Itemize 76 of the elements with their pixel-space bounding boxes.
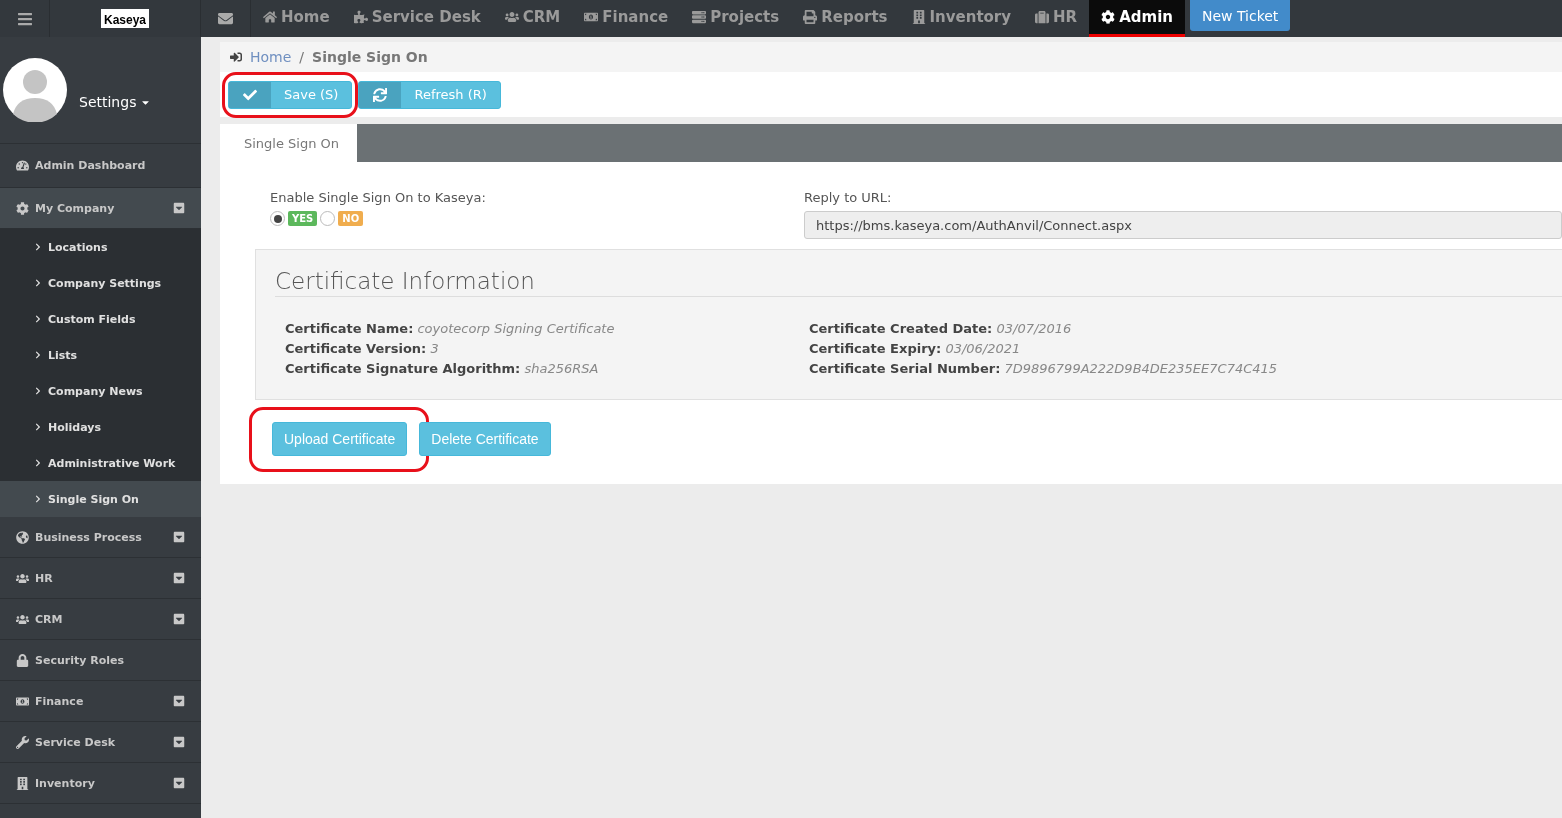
sidebar-subitem[interactable]: Lists	[0, 337, 201, 373]
radio-button[interactable]	[320, 211, 336, 226]
nav-tab[interactable]: Projects	[680, 0, 792, 37]
option-badge: NO	[338, 211, 364, 226]
certificate-detail: Certificate Version: 3	[285, 340, 440, 358]
chevron-icon	[34, 387, 42, 395]
option-badge: YES	[288, 211, 318, 226]
radio-button[interactable]	[270, 211, 285, 226]
chevron-icon	[34, 459, 42, 467]
lock-icon	[16, 653, 29, 667]
building-icon	[16, 776, 29, 790]
tab[interactable]: Single Sign On	[220, 124, 358, 162]
certificate-detail: Certificate Name: coyotecorp Signing Certificate	[285, 320, 616, 338]
certificate-detail: Certificate Signature Algorithm: sha256RSA	[285, 360, 600, 378]
expand-icon[interactable]	[173, 572, 185, 584]
people-icon	[16, 612, 29, 626]
panel-title: Certificate Information	[275, 268, 1562, 297]
nav-tab[interactable]: HR	[1023, 0, 1090, 37]
sidebar-subitem[interactable]: Single Sign On	[0, 481, 201, 517]
kaseya-logo[interactable]: Kaseya	[100, 9, 149, 28]
chevron-icon	[34, 315, 42, 323]
chevron-icon	[34, 243, 42, 251]
gauge-icon	[16, 159, 29, 172]
wrench-icon	[16, 735, 29, 749]
breadcrumb-separator: /	[299, 49, 305, 65]
sidebar-subitem[interactable]: Administrative Work	[0, 445, 201, 481]
banknote-icon	[584, 10, 599, 24]
stack-icon	[692, 10, 707, 24]
refresh-icon	[373, 87, 388, 102]
field-label: Reply to URL:	[804, 190, 893, 205]
gear-icon	[16, 201, 29, 215]
nav-tab[interactable]: Finance	[572, 0, 681, 37]
nav-tab[interactable]: CRM	[492, 0, 573, 37]
building-icon	[911, 10, 926, 24]
people-icon	[16, 571, 29, 585]
house-icon	[263, 10, 277, 24]
expand-icon[interactable]	[173, 613, 185, 625]
sidebar-subitem[interactable]: Locations	[0, 229, 201, 265]
nav-tab[interactable]: Home	[251, 0, 342, 37]
briefcase-icon	[1035, 10, 1050, 24]
nav-tab[interactable]: Inventory	[899, 0, 1024, 37]
expand-icon[interactable]	[173, 531, 185, 543]
sidebar-subitem[interactable]: Company News	[0, 373, 201, 409]
new-ticket-button[interactable]: New Ticket	[1189, 0, 1291, 31]
nav-tab[interactable]: Admin	[1089, 0, 1185, 37]
nav-tab[interactable]: Reports	[791, 0, 900, 37]
expand-icon[interactable]	[173, 736, 185, 748]
chevron-icon	[34, 423, 42, 431]
certificate-detail: Certificate Serial Number: 7D9896799A222D9B4DE235EE7C74C415	[809, 360, 1278, 378]
avatar-icon	[3, 58, 67, 122]
url-field[interactable]: https://bms.kaseya.com/AuthAnvil/Connect.aspx	[804, 211, 1562, 239]
chevron-icon	[34, 279, 42, 287]
expand-icon[interactable]	[173, 777, 185, 789]
sidebar-subitem[interactable]: Custom Fields	[0, 301, 201, 337]
gear-icon	[1101, 10, 1116, 24]
chevron-icon	[34, 351, 42, 359]
globe-icon	[16, 530, 29, 544]
envelope-icon[interactable]	[218, 11, 233, 26]
people-icon	[504, 10, 519, 24]
menu-icon[interactable]	[16, 10, 33, 27]
settings-menu[interactable]: Settings	[79, 94, 152, 110]
nav-tab[interactable]: Service Desk	[341, 0, 493, 37]
expand-icon[interactable]	[173, 695, 185, 707]
certificate-detail: Certificate Expiry: 03/06/2021	[809, 340, 1022, 358]
check-icon	[243, 87, 257, 102]
breadcrumb-current: Single Sign On	[312, 49, 428, 65]
sidebar-subitem[interactable]: Company Settings	[0, 265, 201, 301]
sidebar-item[interactable]: My Company	[0, 188, 201, 229]
certificate-detail: Certificate Created Date: 03/07/2016	[809, 320, 1073, 338]
puzzle-icon	[353, 10, 368, 24]
sign-in-icon	[230, 51, 242, 63]
printer-icon	[803, 10, 818, 24]
chevron-icon	[34, 495, 42, 503]
expand-icon[interactable]	[173, 202, 185, 214]
field-label: Enable Single Sign On to Kaseya:	[270, 190, 487, 205]
sidebar-subitem[interactable]: Holidays	[0, 409, 201, 445]
